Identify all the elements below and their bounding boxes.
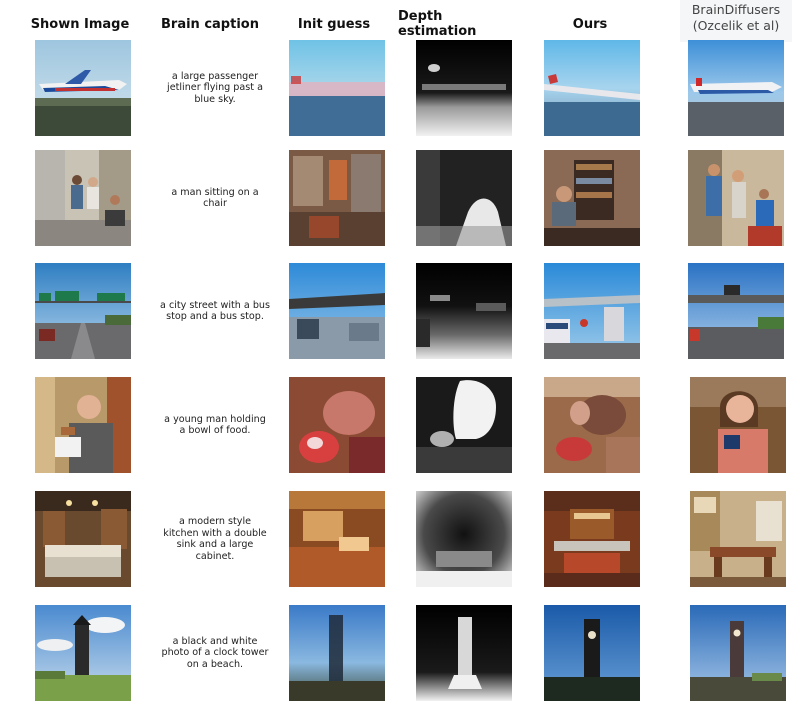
shown-image-street <box>35 263 131 359</box>
braindiffusers-airplane <box>688 40 784 136</box>
init-guess-person-food <box>289 377 385 473</box>
caption-text: a young man holding a bowl of food. <box>164 413 266 437</box>
depth-estimation-clock-tower <box>416 605 512 701</box>
init-guess-kitchen <box>289 491 385 587</box>
header-depth-estimation: Depth estimation <box>398 9 477 39</box>
caption-text: a modern style kitchen with a double sin… <box>163 516 267 562</box>
header-braindiffusers-citation: (Ozcelik et al) <box>692 18 780 33</box>
header-shown-image: Shown Image <box>30 16 130 32</box>
shown-image-clock-tower <box>35 605 131 701</box>
brain-caption-street: a city street with a bus stop and a bus … <box>160 263 270 359</box>
brain-caption-people: a man sitting on a chair <box>160 150 270 246</box>
ours-clock-tower <box>544 605 640 701</box>
brain-caption-person-food: a young man holding a bowl of food. <box>160 377 270 473</box>
caption-text: a black and white photo of a clock tower… <box>161 635 269 670</box>
result-row-clock-tower: a black and white photo of a clock tower… <box>0 605 792 701</box>
init-guess-people <box>289 150 385 246</box>
result-row-street: a city street with a bus stop and a bus … <box>0 263 792 359</box>
result-row-person-food: a young man holding a bowl of food. <box>0 377 792 473</box>
braindiffusers-kitchen <box>690 491 786 587</box>
braindiffusers-clock-tower <box>690 605 786 701</box>
braindiffusers-person-food <box>690 377 786 473</box>
shown-image-people <box>35 150 131 246</box>
brain-caption-kitchen: a modern style kitchen with a double sin… <box>160 491 270 587</box>
result-row-kitchen: a modern style kitchen with a double sin… <box>0 491 792 587</box>
header-braindiffusers-name: BrainDiffusers <box>691 2 781 17</box>
depth-estimation-airplane <box>416 40 512 136</box>
header-init-guess: Init guess <box>297 16 371 32</box>
result-row-people: a man sitting on a chair <box>0 150 792 246</box>
header-ours: Ours <box>572 16 608 32</box>
depth-estimation-person-food <box>416 377 512 473</box>
depth-estimation-street <box>416 263 512 359</box>
brain-caption-clock-tower: a black and white photo of a clock tower… <box>160 605 270 701</box>
ours-person-food <box>544 377 640 473</box>
header-braindiffusers: BrainDiffusers (Ozcelik et al) <box>680 0 792 42</box>
ours-airplane <box>544 40 640 136</box>
shown-image-person-food <box>35 377 131 473</box>
depth-estimation-people <box>416 150 512 246</box>
caption-text: a man sitting on a chair <box>171 186 259 210</box>
brain-caption-airplane: a large passenger jetliner flying past a… <box>160 40 270 136</box>
result-row-airplane: a large passenger jetliner flying past a… <box>0 40 792 136</box>
braindiffusers-street <box>688 263 784 359</box>
ours-street <box>544 263 640 359</box>
init-guess-street <box>289 263 385 359</box>
shown-image-kitchen <box>35 491 131 587</box>
header-brain-caption: Brain caption <box>161 16 259 32</box>
braindiffusers-people <box>688 150 784 246</box>
init-guess-clock-tower <box>289 605 385 701</box>
ours-kitchen <box>544 491 640 587</box>
shown-image-airplane <box>35 40 131 136</box>
depth-estimation-kitchen <box>416 491 512 587</box>
caption-text: a large passenger jetliner flying past a… <box>167 70 263 105</box>
init-guess-airplane <box>289 40 385 136</box>
caption-text: a city street with a bus stop and a bus … <box>160 299 270 323</box>
ours-people <box>544 150 640 246</box>
